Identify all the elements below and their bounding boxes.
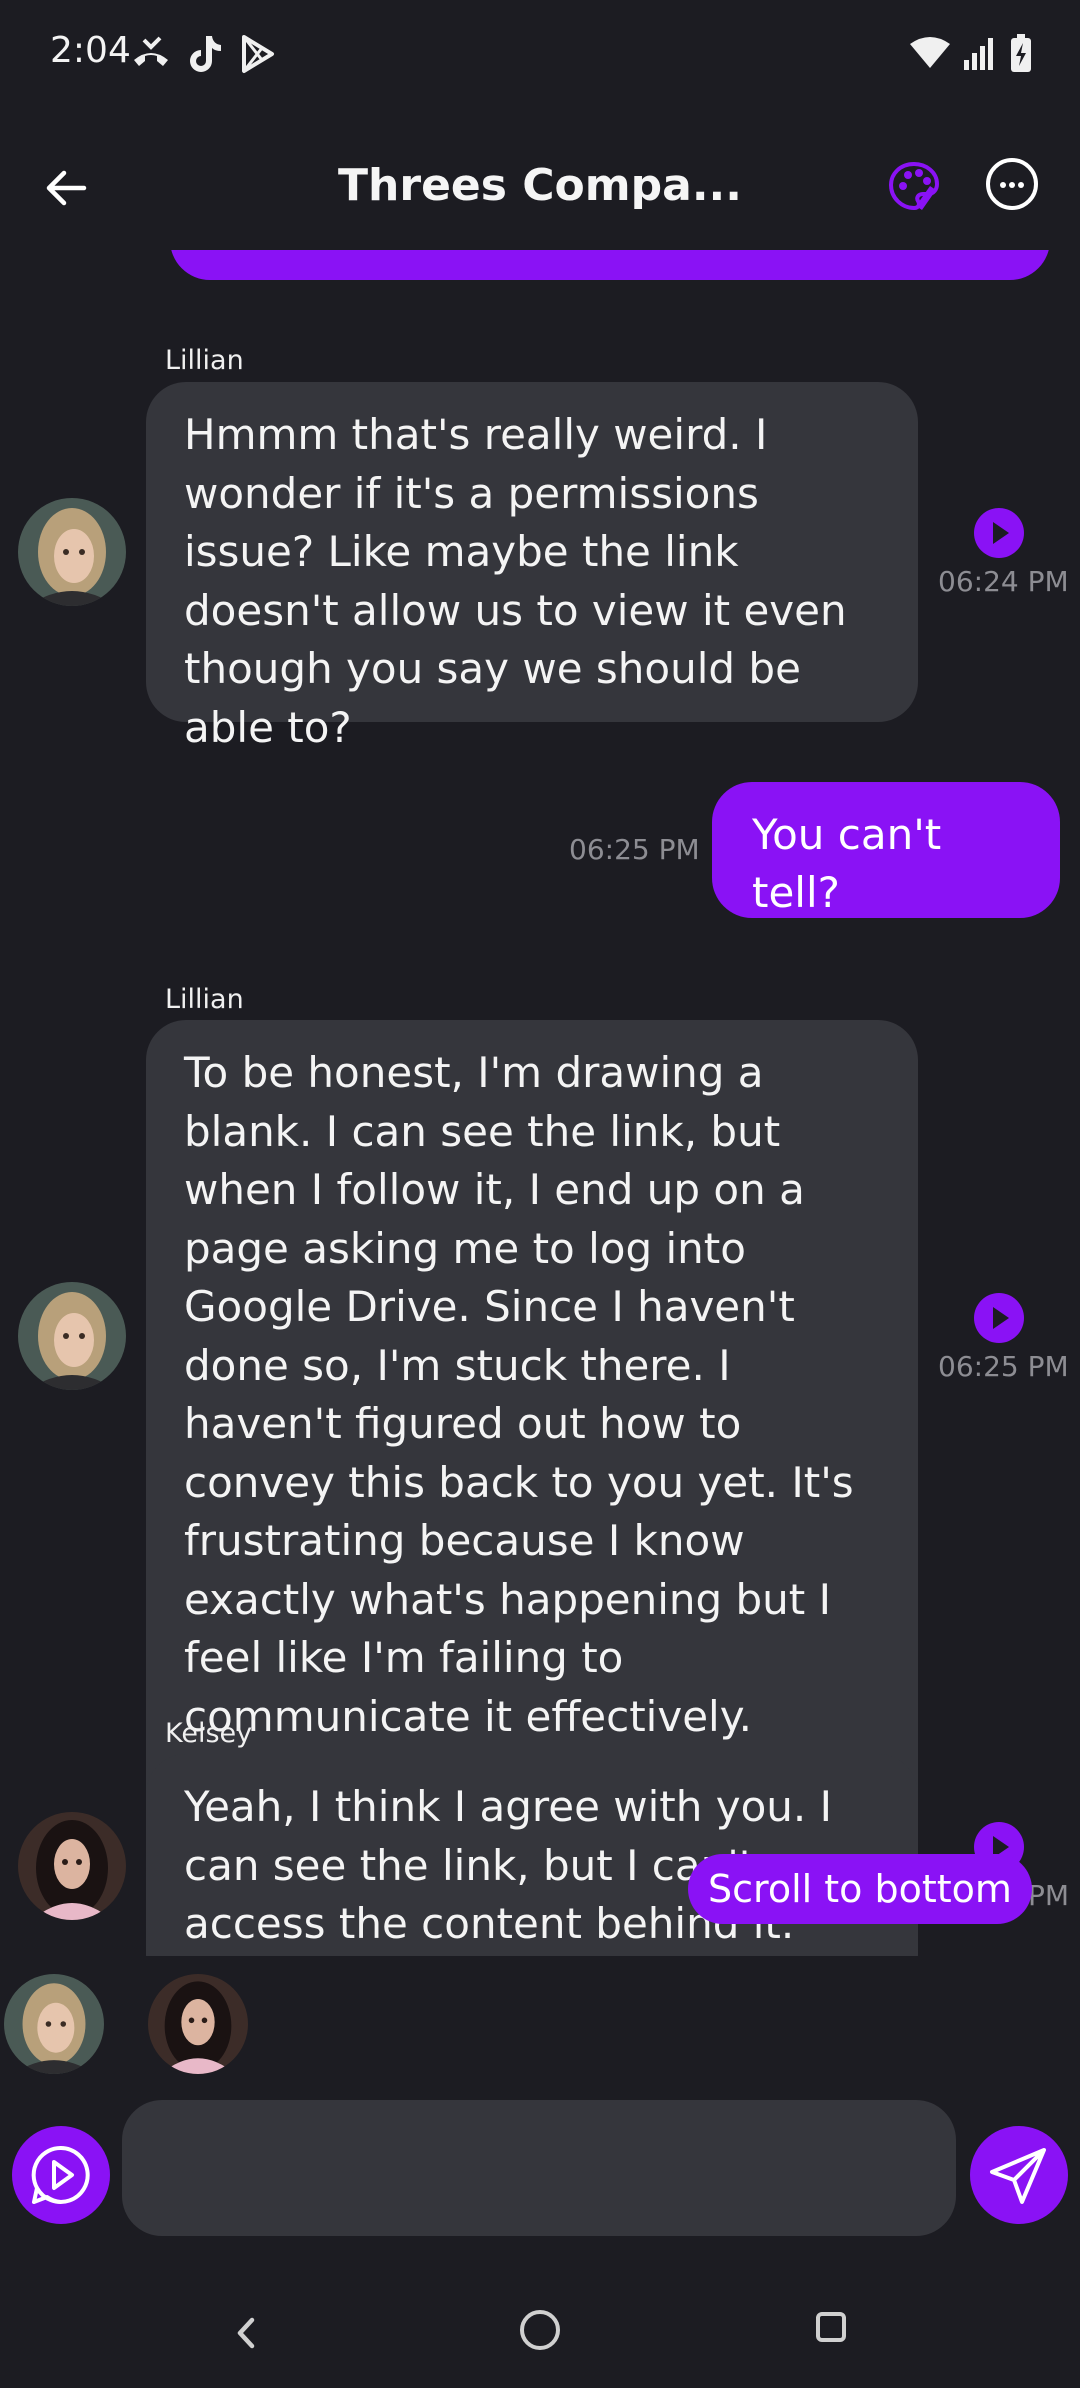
- avatar-lillian-image: [4, 1974, 104, 2074]
- more-options-button[interactable]: [986, 158, 1038, 210]
- nav-recents-button[interactable]: [816, 2312, 846, 2342]
- status-bar: 2:04: [0, 0, 1080, 110]
- palette-icon: [888, 161, 940, 211]
- nav-back-button[interactable]: [226, 2308, 266, 2358]
- avatar-kelsey[interactable]: [148, 1974, 248, 2074]
- wifi-icon: [910, 37, 950, 68]
- chat-header: Threes Compa...: [0, 130, 1080, 250]
- send-icon: [990, 2148, 1046, 2204]
- status-icons-left: [130, 34, 276, 74]
- avatar-lillian-image: [18, 498, 126, 606]
- sender-name: Lillian: [165, 984, 244, 1015]
- participants-row: [0, 1970, 1080, 2080]
- battery-charging-icon: [1011, 34, 1031, 72]
- avatar-lillian[interactable]: [4, 1974, 104, 2074]
- system-nav-bar: [0, 2280, 1080, 2388]
- nav-back-icon: [237, 2317, 255, 2349]
- avatar-lillian-image: [18, 1282, 126, 1390]
- more-dot-icon: [1018, 182, 1024, 188]
- theme-button[interactable]: [886, 158, 942, 214]
- signal-icon: [964, 38, 993, 70]
- tiktok-icon: [190, 36, 221, 72]
- send-button[interactable]: [970, 2126, 1068, 2224]
- scroll-to-bottom-button[interactable]: Scroll to bottom: [688, 1854, 1032, 1924]
- previous-outgoing-bubble: [170, 250, 1050, 280]
- message-bubble-outgoing[interactable]: You can't tell?: [712, 782, 1060, 918]
- message-time: 06:25 PM: [938, 1350, 1069, 1383]
- play-audio-button[interactable]: [974, 1293, 1024, 1343]
- message-time: PM: [1028, 1879, 1070, 1912]
- play-store-icon: [242, 35, 274, 73]
- voice-message-button[interactable]: [12, 2126, 110, 2224]
- more-dot-icon: [1000, 182, 1006, 188]
- nav-home-button[interactable]: [520, 2310, 560, 2350]
- avatar-lillian[interactable]: [18, 1282, 126, 1390]
- avatar-kelsey[interactable]: [18, 1812, 126, 1920]
- avatar-kelsey-image: [148, 1974, 248, 2074]
- status-icons-right: [910, 34, 1032, 72]
- sender-name: Lillian: [165, 345, 244, 376]
- message-input[interactable]: [122, 2100, 956, 2236]
- avatar-lillian[interactable]: [18, 498, 126, 606]
- message-list[interactable]: Lillian Hmmm that's really weird. I wond…: [0, 250, 1080, 1956]
- voice-play-icon: [31, 2145, 90, 2204]
- avatar-kelsey-image: [18, 1812, 126, 1920]
- status-time: 2:04: [50, 30, 131, 71]
- play-audio-button[interactable]: [974, 508, 1024, 558]
- message-time: 06:25 PM: [569, 833, 700, 866]
- more-dot-icon: [1009, 182, 1015, 188]
- message-composer: [0, 2100, 1080, 2240]
- missed-call-icon: [134, 36, 168, 66]
- sender-name: Kelsey: [165, 1718, 253, 1749]
- message-bubble[interactable]: Hmmm that's really weird. I wonder if it…: [146, 382, 918, 752]
- message-time: 06:24 PM: [938, 565, 1069, 598]
